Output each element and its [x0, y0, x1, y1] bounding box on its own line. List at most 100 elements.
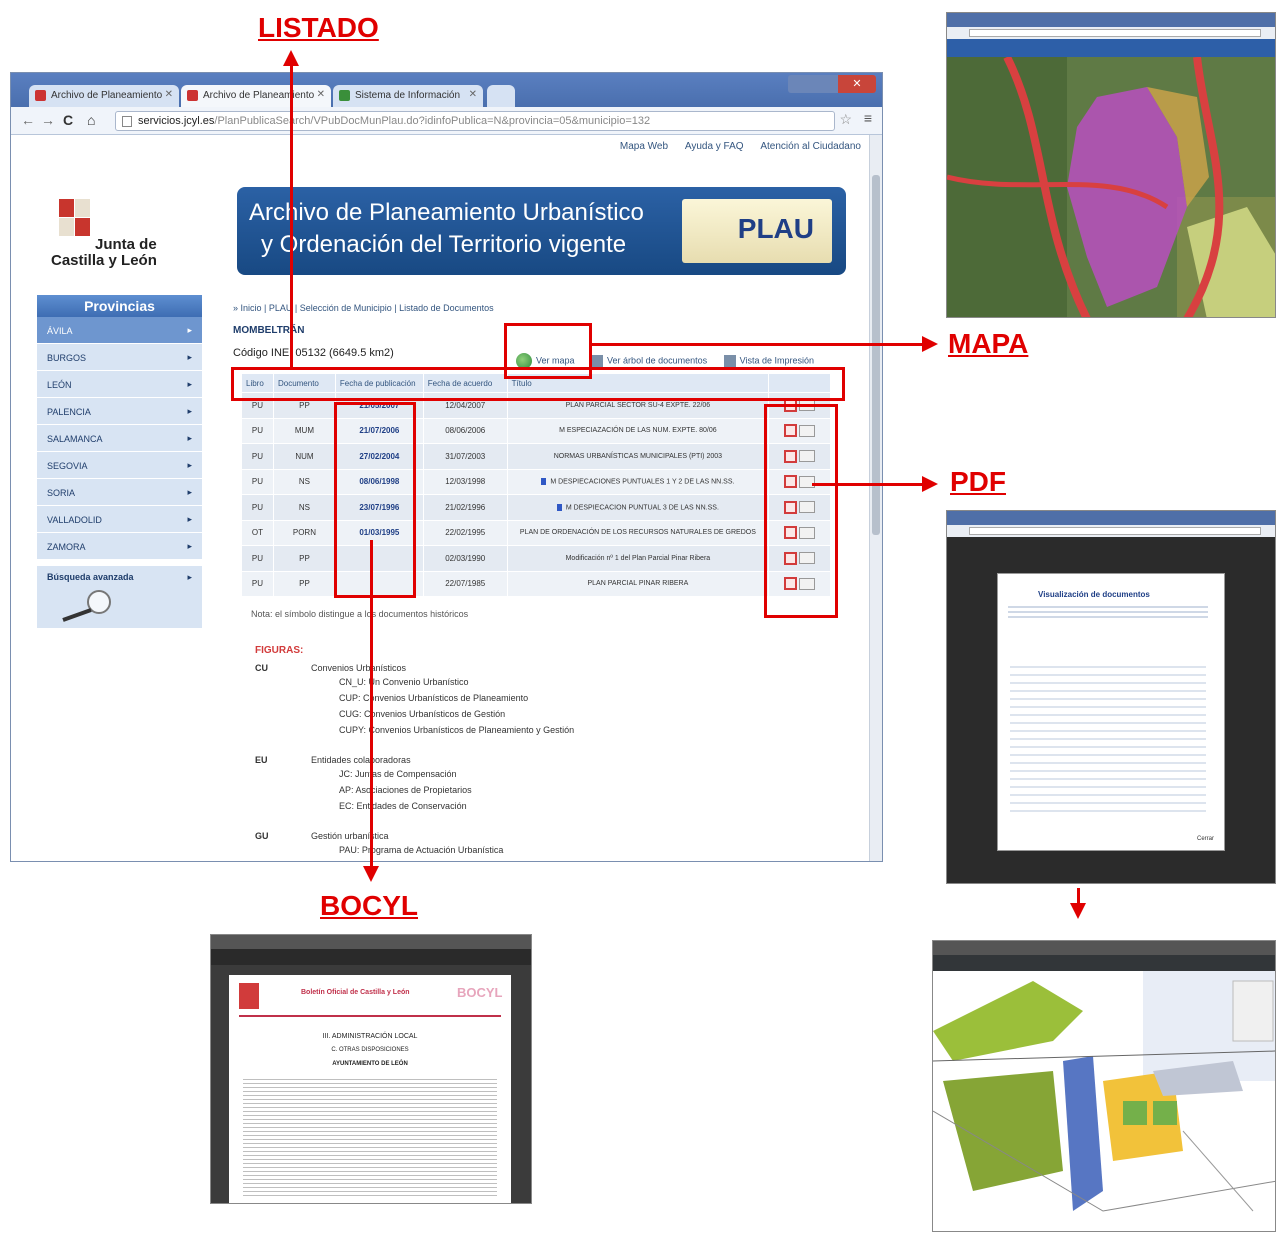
bocyl-shield-icon	[239, 983, 259, 1009]
ine-code: Código INE: 05132 (6649.5 km2)	[233, 347, 394, 359]
favicon-icon	[187, 90, 198, 101]
municipality-name: MOMBELTRÁN	[233, 325, 305, 336]
pdf-viewer-bar	[211, 949, 531, 965]
sidebar-item-palencia[interactable]: PALENCIA ▸	[37, 398, 202, 425]
cell-libro: PU	[241, 443, 274, 470]
chevron-right-icon: ▸	[187, 379, 192, 389]
chevron-right-icon: ▸	[187, 406, 192, 416]
bocyl-section: III. ADMINISTRACIÓN LOCAL	[322, 1033, 418, 1040]
home-icon[interactable]: ⌂	[87, 112, 95, 128]
browser-tab-2[interactable]: Archivo de Planeamiento ✕	[181, 85, 331, 107]
cell-documento: PP	[272, 545, 336, 572]
sidebar-item-leon[interactable]: LEÓN ▸	[37, 371, 202, 398]
browser-toolbar: ← → C ⌂ servicios.jcyl.es/PlanPublicaSea…	[11, 107, 882, 135]
fig-title-cu: Convenios Urbanísticos	[311, 663, 407, 673]
historic-marker-icon	[541, 478, 547, 486]
forward-icon[interactable]: →	[41, 112, 55, 128]
close-tab-icon[interactable]: ✕	[317, 89, 325, 100]
link-atencion[interactable]: Atención al Ciudadano	[760, 141, 861, 152]
cell-agreement-date: 22/02/1995	[422, 519, 508, 546]
fig-item-cu-4: CUPY: Convenios Urbanísticos de Planeami…	[339, 725, 575, 735]
satellite-map	[947, 57, 1275, 317]
mini-toolbar	[947, 525, 1275, 537]
sidebar-item-zamora[interactable]: ZAMORA ▸	[37, 533, 202, 560]
scrollbar-thumb[interactable]	[872, 175, 880, 535]
fig-title-eu: Entidades colaboradoras	[311, 755, 411, 765]
junta-logo[interactable]: Junta de Castilla y León	[47, 193, 187, 273]
web-page: Mapa Web Ayuda y FAQ Atención al Ciudada…	[11, 135, 871, 861]
fig-title-gu: Gestión urbanística	[311, 831, 389, 841]
advanced-search-link[interactable]: Búsqueda avanzada ▸	[37, 566, 202, 628]
sidebar-item-avila[interactable]: ÁVILA ▸	[37, 317, 202, 344]
cell-documento: MUM	[272, 417, 336, 444]
link-mapa-web[interactable]: Mapa Web	[620, 141, 668, 152]
mini-tabstrip	[933, 941, 1275, 955]
cell-agreement-date: 31/07/2003	[422, 443, 508, 470]
address-bar[interactable]: servicios.jcyl.es/PlanPublicaSearch/VPub…	[115, 111, 835, 131]
sidebar-item-valladolid[interactable]: VALLADOLID ▸	[37, 506, 202, 533]
bocyl-page: Boletín Oficial de Castilla y León BOCYL…	[229, 975, 511, 1203]
menu-icon[interactable]: ≡	[864, 110, 872, 126]
historic-note: Nota: el símbolo distingue a los documen…	[251, 609, 469, 619]
window-controls[interactable]: ✕	[788, 75, 876, 93]
close-tab-icon[interactable]: ✕	[165, 89, 173, 100]
cell-documento: PP	[272, 570, 336, 597]
fig-code-cu: CU	[255, 663, 268, 673]
favicon-icon	[339, 90, 350, 101]
title-text: M DESPIECACIONES PUNTUALES 1 Y 2 DE LAS …	[550, 478, 735, 486]
vertical-scrollbar[interactable]	[869, 135, 882, 861]
sidebar-item-segovia[interactable]: SEGOVIA ▸	[37, 452, 202, 479]
dialog-close-button[interactable]: Cerrar	[1197, 836, 1214, 842]
sidebar-item-soria[interactable]: SORIA ▸	[37, 479, 202, 506]
cell-libro: PU	[241, 468, 274, 495]
cell-title: PLAN PARCIAL PINAR RIBERA	[506, 570, 770, 597]
title-text: Modificación nº 1 del Plan Parcial Pinar…	[565, 554, 711, 562]
arrow-bocyl-line	[370, 540, 373, 870]
view-tree-link[interactable]: Ver árbol de documentos	[607, 355, 707, 365]
banner-title-line1: Archivo de Planeamiento Urbanístico	[249, 199, 644, 226]
browser-tab-3[interactable]: Sistema de Información ✕	[333, 85, 483, 107]
cell-libro: PU	[241, 570, 274, 597]
close-tab-icon[interactable]: ✕	[469, 89, 477, 100]
arrow-mapa-line	[592, 343, 924, 346]
reload-icon[interactable]: C	[63, 112, 73, 128]
arrow-listado-line	[290, 64, 293, 370]
back-icon[interactable]: ←	[21, 112, 35, 128]
table-row: PU PP 22/07/1985 PLAN PARCIAL PINAR RIBERA	[241, 570, 831, 597]
sidebar-item-salamanca[interactable]: SALAMANCA ▸	[37, 425, 202, 452]
callout-mapa: MAPA	[948, 328, 1029, 359]
arrow-bocyl-head	[363, 866, 379, 882]
title-text: M DESPIECACION PUNTUAL 3 DE LAS NN.SS.	[565, 503, 719, 511]
browser-tab-1[interactable]: Archivo de Planeamiento ✕	[29, 85, 179, 107]
fig-item-eu-3: EC: Entidades de Conservación	[339, 801, 467, 811]
plau-banner: Archivo de Planeamiento Urbanístico y Or…	[237, 187, 846, 275]
breadcrumb[interactable]: » Inicio | PLAU | Selección de Municipio…	[233, 303, 494, 313]
tree-icon	[591, 355, 604, 367]
cell-documento: NS	[272, 468, 336, 495]
callout-listado: LISTADO	[258, 12, 379, 43]
dialog-tree[interactable]	[1010, 666, 1206, 816]
fig-code-gu: GU	[255, 831, 269, 841]
chevron-right-icon: ▸	[187, 572, 192, 582]
link-ayuda[interactable]: Ayuda y FAQ	[685, 141, 744, 152]
cell-title: Modificación nº 1 del Plan Parcial Pinar…	[506, 545, 770, 572]
plan-pdf-thumbnail	[932, 940, 1276, 1232]
pdf-viewer-bar	[933, 955, 1275, 971]
new-tab-button[interactable]	[487, 85, 515, 107]
tab-strip: Archivo de Planeamiento ✕ Archivo de Plan…	[11, 73, 882, 107]
arrow-listado-head	[283, 50, 299, 66]
logo-text-castilla: Castilla y León	[51, 252, 157, 269]
plau-logo: PLAU	[682, 199, 832, 263]
cell-documento: NS	[272, 494, 336, 521]
provinces-sidebar: Provincias ÁVILA ▸ BURGOS ▸ LEÓN ▸ PALENCIA…	[37, 295, 202, 628]
cell-agreement-date: 02/03/1990	[422, 545, 508, 572]
window-close-icon[interactable]: ✕	[838, 75, 876, 93]
arrow-pdf-to-plan-line	[1077, 888, 1080, 904]
magnifier-icon	[62, 590, 111, 622]
sidebar-item-burgos[interactable]: BURGOS ▸	[37, 344, 202, 371]
bookmark-star-icon[interactable]: ☆	[839, 111, 852, 128]
chevron-right-icon: ▸	[187, 460, 192, 470]
bocyl-entity: AYUNTAMIENTO DE LEÓN	[332, 1061, 408, 1067]
print-view-link[interactable]: Vista de Impresión	[740, 355, 814, 365]
title-text: PLAN DE ORDENACIÓN DE LOS RECURSOS NATUR…	[519, 529, 756, 537]
